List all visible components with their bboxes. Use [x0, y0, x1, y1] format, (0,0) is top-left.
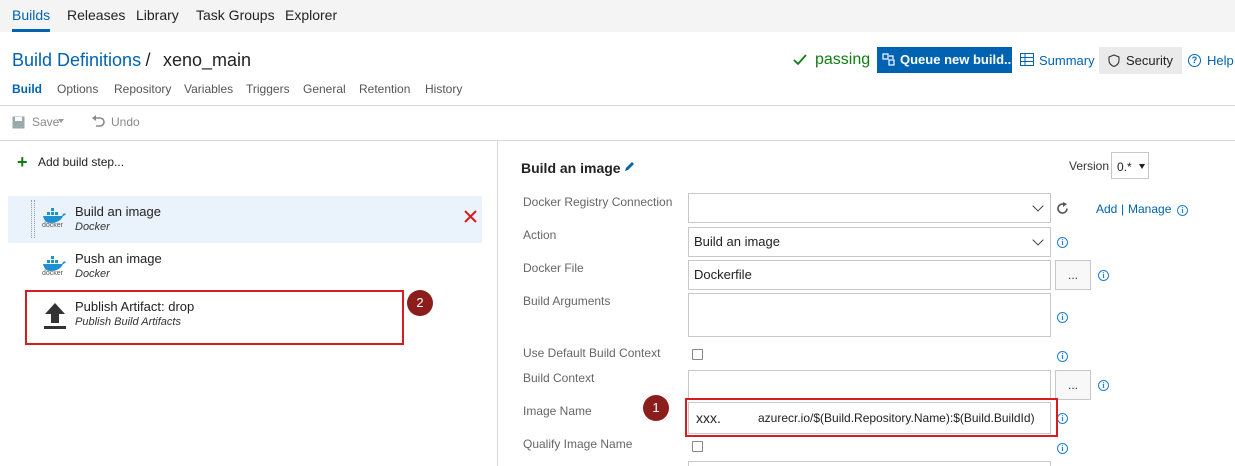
pencil-icon[interactable]: [623, 160, 636, 173]
field-label: Docker Registry Connection: [523, 195, 673, 209]
tab-retention[interactable]: Retention: [359, 82, 410, 96]
info-icon[interactable]: i: [1057, 443, 1068, 454]
add-connection-link[interactable]: Add: [1096, 202, 1117, 216]
divider: [0, 140, 1235, 141]
tab-options[interactable]: Options: [57, 82, 98, 96]
breadcrumb-build-definitions[interactable]: Build Definitions: [12, 50, 141, 70]
field-label: Use Default Build Context: [523, 346, 661, 360]
divider: [0, 105, 1235, 106]
field-label: Docker File: [523, 261, 584, 275]
next-field-input[interactable]: [688, 461, 1051, 466]
chevron-down-icon: [1139, 164, 1145, 169]
docker-caption: docker: [42, 270, 64, 277]
step-subtitle: Docker: [75, 221, 110, 233]
breadcrumb-separator: /: [145, 50, 151, 70]
save-disk-icon: [12, 116, 25, 129]
tab-variables[interactable]: Variables: [184, 82, 233, 96]
plus-icon: +: [17, 152, 28, 172]
help-icon: ?: [1188, 54, 1201, 67]
undo-icon: [91, 115, 105, 129]
info-icon[interactable]: i: [1057, 312, 1068, 323]
refresh-icon[interactable]: [1056, 202, 1069, 215]
callout-badge-1: 1: [643, 395, 669, 421]
chevron-down-icon: [1032, 234, 1044, 246]
step-title: Push an image: [75, 251, 162, 266]
step-title: Build an image: [75, 204, 161, 219]
field-label: Image Name: [523, 404, 592, 418]
docker-file-input[interactable]: Dockerfile: [688, 260, 1051, 290]
queue-build-icon: [882, 53, 895, 66]
remove-step-icon[interactable]: [464, 210, 477, 223]
info-icon[interactable]: i: [1098, 270, 1109, 281]
info-icon[interactable]: i: [1057, 237, 1068, 248]
registry-connection-select[interactable]: [688, 193, 1051, 223]
tab-general[interactable]: General: [303, 82, 346, 96]
build-context-input[interactable]: [688, 370, 1051, 400]
action-value: Build an image: [694, 234, 780, 249]
help-link[interactable]: Help: [1207, 53, 1234, 68]
breadcrumb: Build Definitions / xeno_main: [12, 50, 251, 71]
highlight-box-publish-step: [25, 290, 404, 345]
page-title: xeno_main: [163, 50, 252, 70]
field-label: Action: [523, 228, 557, 242]
manage-connection-link[interactable]: Manage: [1128, 202, 1171, 216]
info-icon[interactable]: i: [1057, 413, 1068, 424]
topnav-library[interactable]: Library: [136, 0, 179, 32]
version-select[interactable]: 0.*: [1111, 152, 1149, 179]
checkmark-icon: [792, 52, 808, 68]
security-button[interactable]: Security: [1099, 47, 1182, 74]
qualify-image-name-checkbox[interactable]: [692, 441, 703, 452]
docker-file-value: Dockerfile: [694, 267, 752, 282]
info-icon[interactable]: i: [1098, 380, 1109, 391]
drag-handle[interactable]: [31, 200, 35, 238]
task-title: Build an image: [521, 160, 621, 176]
undo-button[interactable]: Undo: [111, 115, 140, 129]
tab-triggers[interactable]: Triggers: [246, 82, 290, 96]
add-build-step-button[interactable]: Add build step...: [38, 155, 124, 169]
pane-splitter[interactable]: [497, 141, 498, 466]
top-navigation: Builds Releases Library Task Groups Expl…: [0, 0, 1235, 32]
link-separator: |: [1121, 202, 1125, 216]
topnav-task-groups[interactable]: Task Groups: [196, 0, 275, 32]
version-value: 0.*: [1117, 160, 1132, 174]
tab-repository[interactable]: Repository: [114, 82, 171, 96]
topnav-builds[interactable]: Builds: [12, 0, 51, 32]
chevron-down-icon: [58, 119, 64, 123]
summary-link[interactable]: Summary: [1039, 53, 1095, 68]
tab-history[interactable]: History: [425, 82, 462, 96]
field-label: Build Context: [523, 371, 595, 385]
info-icon[interactable]: i: [1057, 351, 1068, 362]
version-label: Version: [1069, 159, 1110, 173]
docker-caption: docker: [42, 222, 64, 229]
field-label: Build Arguments: [523, 294, 611, 308]
queue-new-build-button[interactable]: Queue new build...: [877, 47, 1015, 73]
action-select[interactable]: Build an image: [688, 227, 1051, 257]
build-arguments-textarea[interactable]: [688, 293, 1051, 337]
browse-build-context-button[interactable]: ...: [1055, 370, 1091, 400]
build-status-badge: passing: [815, 51, 871, 68]
shield-icon: [1108, 54, 1120, 68]
browse-docker-file-button[interactable]: ...: [1055, 260, 1091, 290]
chevron-down-icon: [1032, 200, 1044, 212]
tab-build[interactable]: Build: [12, 82, 42, 96]
topnav-releases[interactable]: Releases: [67, 0, 125, 32]
topnav-explorer[interactable]: Explorer: [285, 0, 337, 32]
use-default-build-context-checkbox[interactable]: [692, 349, 703, 360]
callout-badge-2: 2: [407, 290, 433, 316]
security-label: Security: [1126, 53, 1173, 68]
summary-grid-icon: [1020, 53, 1034, 66]
queue-new-build-label: Queue new build...: [900, 52, 1015, 67]
save-button[interactable]: Save: [32, 115, 59, 129]
step-subtitle: Docker: [75, 268, 110, 280]
highlight-box-image-name: [685, 398, 1058, 437]
field-label: Qualify Image Name: [523, 437, 633, 451]
info-icon[interactable]: i: [1177, 205, 1188, 216]
